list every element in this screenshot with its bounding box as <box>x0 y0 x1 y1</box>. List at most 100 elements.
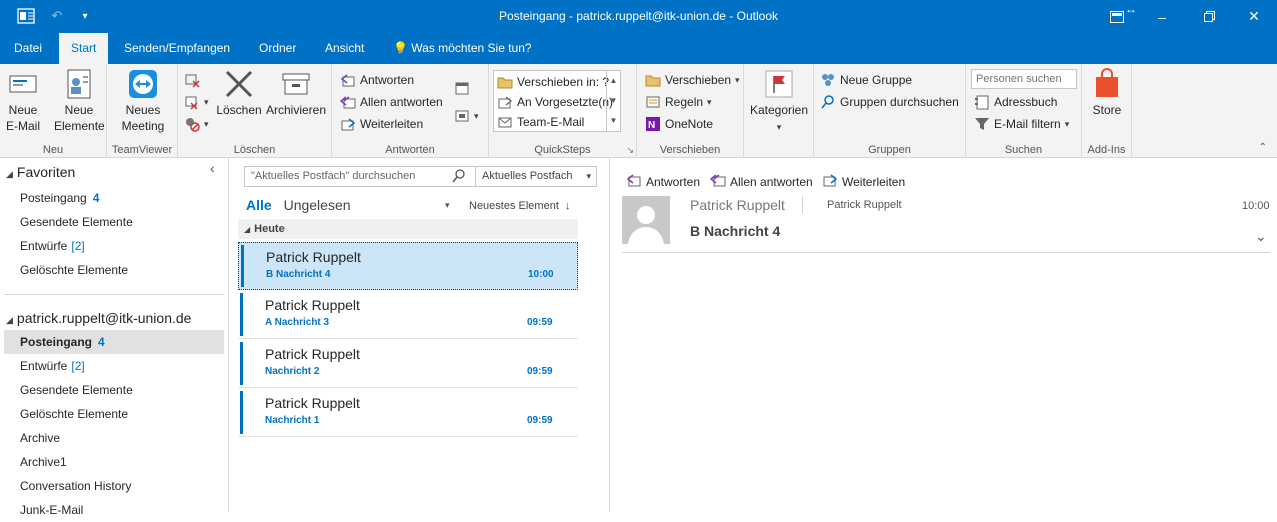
meeting-reply-icon <box>454 80 470 96</box>
favorites-header[interactable]: ◢ Favoriten <box>6 164 75 180</box>
ignore-button[interactable] <box>184 70 200 90</box>
favorite-gesendete[interactable]: Gesendete Elemente <box>4 210 224 234</box>
search-magnifier-icon[interactable] <box>451 168 467 187</box>
move-dropdown-icon: ▾ <box>735 74 740 85</box>
reply-button[interactable]: Antworten <box>340 70 414 90</box>
new-items-button[interactable]: Neue Elemente <box>54 68 105 134</box>
group-header-today[interactable]: ◢ Heute <box>238 219 578 239</box>
delete-button[interactable]: Löschen <box>216 68 262 118</box>
reading-reply-button[interactable]: Antworten <box>626 172 700 191</box>
archive-button[interactable]: Archivieren <box>264 68 328 118</box>
cleanup-button[interactable]: ▾ <box>184 92 209 112</box>
browse-groups-label: Gruppen durchsuchen <box>840 95 959 109</box>
reading-reply-all-label: Allen antworten <box>730 174 813 189</box>
categorize-button[interactable]: Kategorien ▾ <box>748 68 810 135</box>
filter-unread[interactable]: Ungelesen <box>284 197 351 213</box>
new-items-icon <box>63 68 95 100</box>
quickstep-move-to[interactable]: Verschieben in: ? <box>497 72 609 92</box>
message-row[interactable]: Patrick Ruppelt A Nachricht 3 09:59 <box>238 291 578 339</box>
folder-gesendete[interactable]: Gesendete Elemente <box>4 378 224 402</box>
tell-me-box[interactable]: 💡 Was möchten Sie tun? <box>393 33 532 64</box>
message-sender: Patrick Ruppelt <box>265 346 360 362</box>
search-icon <box>820 94 836 110</box>
reading-time: 10:00 <box>1242 200 1270 212</box>
lightbulb-icon: 💡 <box>393 41 408 55</box>
reading-forward-button[interactable]: Weiterleiten <box>822 172 905 191</box>
tab-senden-empfangen[interactable]: Senden/Empfangen <box>112 33 242 64</box>
store-button[interactable]: Store <box>1086 68 1128 118</box>
sort-label: Neuestes Element <box>469 200 559 212</box>
reading-reply-all-button[interactable]: Allen antworten <box>709 172 813 191</box>
quickstep-to-manager[interactable]: An Vorgesetzte(n) <box>497 92 613 112</box>
new-meeting-label: Neues Meeting <box>121 103 165 133</box>
new-meeting-button[interactable]: Neues Meeting <box>117 68 169 134</box>
junk-button[interactable]: ▾ <box>184 114 209 134</box>
folder-archive[interactable]: Archive <box>4 426 224 450</box>
tab-datei[interactable]: Datei <box>2 33 54 64</box>
tab-ordner[interactable]: Ordner <box>247 33 308 64</box>
search-box[interactable]: "Aktuelles Postfach" durchsuchen Aktuell… <box>244 166 597 187</box>
new-email-button[interactable]: Neue E-Mail <box>4 68 42 134</box>
reply-label: Antworten <box>360 73 415 87</box>
folder-pane: ◢ Favoriten ‹ Posteingang 4 Gesendete Elem… <box>0 158 229 517</box>
account-header[interactable]: ◢ patrick.ruppelt@itk-union.de <box>6 310 191 326</box>
teamviewer-icon <box>127 68 159 100</box>
folder-junk[interactable]: Junk-E-Mail <box>4 498 224 522</box>
favorite-posteingang[interactable]: Posteingang 4 <box>4 186 224 210</box>
more-respond-button[interactable]: ▾ <box>454 106 479 126</box>
rules-button[interactable]: Regeln ▾ <box>645 92 712 112</box>
restore-button[interactable] <box>1186 0 1232 33</box>
move-button[interactable]: Verschieben ▾ <box>645 70 740 90</box>
filter-email-button[interactable]: E-Mail filtern ▾ <box>974 114 1069 134</box>
account-collapse-triangle-icon[interactable]: ◢ <box>6 315 13 325</box>
collapse-ribbon-icon[interactable]: ⌃ <box>1259 142 1267 153</box>
close-button[interactable]: ✕ <box>1231 0 1277 33</box>
reading-sender[interactable]: Patrick Ruppelt <box>690 197 785 213</box>
minimize-button[interactable]: – <box>1139 0 1185 33</box>
folder-entwuerfe[interactable]: Entwürfe [2] <box>4 354 224 378</box>
folder-posteingang[interactable]: Posteingang 4 <box>4 330 224 354</box>
sort-dropdown[interactable]: Neuestes Element ↓ <box>469 200 570 212</box>
tab-start[interactable]: Start <box>59 33 109 64</box>
title-bar: ↶ ▾ Posteingang - patrick.ruppelt@itk-un… <box>0 0 1277 33</box>
meeting-reply-button[interactable] <box>454 78 470 98</box>
unread-bar <box>240 293 243 336</box>
filter-all[interactable]: Alle <box>246 197 272 213</box>
group-teamviewer: Neues Meeting TeamViewer <box>107 64 178 158</box>
new-group-button[interactable]: Neue Gruppe <box>820 70 912 90</box>
address-book-button[interactable]: Adressbuch <box>974 92 1057 112</box>
filter-bar: Alle Ungelesen <box>246 197 351 213</box>
collapse-pane-icon[interactable]: ‹ <box>210 160 215 176</box>
message-row[interactable]: Patrick Ruppelt Nachricht 2 09:59 <box>238 340 578 388</box>
favorite-geloeschte[interactable]: Gelöschte Elemente <box>4 258 224 282</box>
favorite-entwuerfe[interactable]: Entwürfe [2] <box>4 234 224 258</box>
group-verschieben: Verschieben ▾ Regeln ▾ N OneNote Verschi… <box>637 64 744 158</box>
onenote-button[interactable]: N OneNote <box>645 114 713 134</box>
quickstep-team-email[interactable]: Team-E-Mail <box>497 112 584 132</box>
cleanup-dropdown-icon: ▾ <box>204 96 209 107</box>
message-time: 09:59 <box>527 415 553 426</box>
group-quicksteps-label: QuickSteps <box>534 144 591 156</box>
categorize-dropdown-icon: ▾ <box>776 122 782 132</box>
reply-all-label: Allen antworten <box>360 95 443 109</box>
message-list: "Aktuelles Postfach" durchsuchen Aktuell… <box>238 158 599 512</box>
folder-archive1[interactable]: Archive1 <box>4 450 224 474</box>
message-row[interactable]: Patrick Ruppelt B Nachricht 4 10:00 <box>238 242 578 290</box>
address-book-icon <box>974 94 990 110</box>
forward-button[interactable]: Weiterleiten <box>340 114 423 134</box>
message-row[interactable]: Patrick Ruppelt Nachricht 1 09:59 <box>238 389 578 437</box>
browse-groups-button[interactable]: Gruppen durchsuchen <box>820 92 959 112</box>
search-people-input[interactable] <box>971 69 1077 89</box>
search-scope-dropdown[interactable]: Aktuelles Postfach ▾ <box>475 167 597 186</box>
folder-geloeschte[interactable]: Gelöschte Elemente <box>4 402 224 426</box>
reply-all-button[interactable]: Allen antworten <box>339 92 443 112</box>
collapse-triangle-icon[interactable]: ◢ <box>6 169 13 179</box>
search-scope-label: Aktuelles Postfach <box>482 170 573 182</box>
folder-conversation-history-label: Conversation History <box>20 479 132 493</box>
filter-dropdown-icon[interactable]: ▾ <box>445 200 450 211</box>
reading-recipient[interactable]: Patrick Ruppelt <box>827 199 902 211</box>
tab-ansicht[interactable]: Ansicht <box>313 33 376 64</box>
folder-conversation-history[interactable]: Conversation History <box>4 474 224 498</box>
expand-header-chevron-icon[interactable]: ⌄ <box>1255 228 1267 245</box>
quicksteps-scroll[interactable]: ▲ ▼ ▼ <box>606 71 620 131</box>
